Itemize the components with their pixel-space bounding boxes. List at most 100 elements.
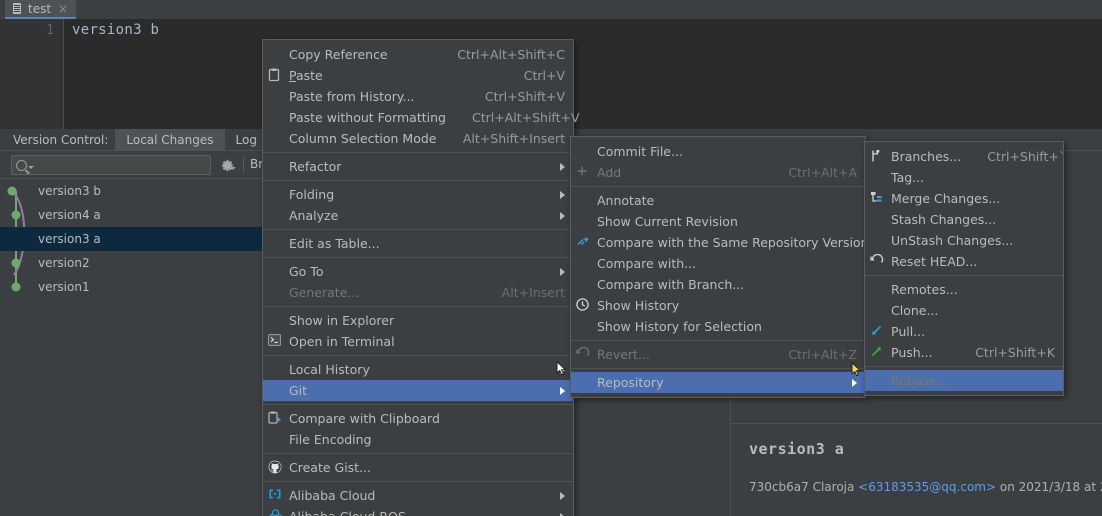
tab-local-changes[interactable]: Local Changes [115, 128, 225, 151]
commit-label: version4 a [38, 208, 101, 222]
commit-label: version3 b [38, 184, 102, 198]
menu-separator [263, 257, 573, 258]
chevron-right-icon [560, 386, 565, 395]
menu-item-repository[interactable]: Repository [571, 372, 865, 393]
shortcut: Alt+Shift+Insert [462, 131, 565, 146]
repository-submenu[interactable]: Branches... Ctrl+Shift+` Tag... Merge Ch… [864, 141, 1065, 396]
blank-icon [263, 236, 289, 252]
menu-item-tag[interactable]: Tag... [865, 167, 1063, 188]
editor-context-menu[interactable]: Copy Reference Ctrl+Alt+Shift+C Paste Ct… [262, 39, 580, 516]
blank-icon [263, 313, 289, 329]
menu-item-remotes[interactable]: Remotes... [865, 279, 1063, 300]
menu-item-paste-without-formatting[interactable]: Paste without Formatting Ctrl+Alt+Shift+… [263, 107, 580, 128]
menu-item-rebase[interactable]: Rebase... [865, 370, 1063, 391]
blank-icon [263, 187, 289, 203]
plus-icon [571, 165, 597, 181]
menu-item-paste[interactable]: Paste Ctrl+V [263, 65, 573, 86]
blank-icon [865, 212, 891, 228]
search-icon [16, 159, 27, 171]
commit-author: Claroja [812, 480, 855, 494]
menu-item-show-history-for-selection[interactable]: Show History for Selection [571, 316, 865, 337]
shortcut: Ctrl+V [523, 68, 565, 83]
shortcut: Ctrl+Alt+Z [788, 347, 857, 362]
blank-icon [571, 193, 597, 209]
menu-separator [263, 152, 573, 153]
menu-item-pull[interactable]: Pull... [865, 321, 1063, 342]
menu-item-compare-with-branch[interactable]: Compare with Branch... [571, 274, 865, 295]
menu-item-open-in-terminal[interactable]: Open in Terminal [263, 331, 573, 352]
menu-separator [263, 453, 573, 454]
clock-icon [571, 297, 597, 314]
menu-item-edit-as-table[interactable]: Edit as Table... [263, 233, 573, 254]
menu-item-git[interactable]: Git [263, 380, 573, 401]
menu-item-alibaba-cloud-ros[interactable]: Alibaba Cloud ROS [263, 506, 573, 516]
menu-separator [263, 404, 573, 405]
revert-icon [571, 346, 597, 363]
shortcut: Ctrl+Shift+V [484, 89, 565, 104]
menu-item-folding[interactable]: Folding [263, 184, 573, 205]
commit-hash: 730cb6a7 [749, 480, 809, 494]
commit-email[interactable]: <63183535@qq.com> [858, 480, 996, 494]
blank-icon [263, 159, 289, 175]
editor-tab-label: test [28, 1, 52, 16]
gear-icon[interactable] [220, 158, 236, 173]
menu-item-paste-from-history[interactable]: Paste from History... Ctrl+Shift+V [263, 86, 573, 107]
menu-item-alibaba-cloud[interactable]: Alibaba Cloud [263, 485, 573, 506]
blank-icon [865, 282, 891, 298]
blank-icon [571, 277, 597, 293]
github-icon [263, 460, 289, 476]
merge-icon [865, 191, 891, 207]
file-icon [12, 2, 23, 15]
menu-separator [263, 306, 573, 307]
menu-item-push[interactable]: Push... Ctrl+Shift+K [865, 342, 1063, 363]
menu-item-branches[interactable]: Branches... Ctrl+Shift+` [865, 146, 1065, 167]
editor-tab-test[interactable]: test × [5, 0, 77, 19]
menu-item-analyze[interactable]: Analyze [263, 205, 573, 226]
menu-item-show-current-revision[interactable]: Show Current Revision [571, 211, 865, 232]
menu-separator [571, 186, 865, 187]
blank-icon [263, 383, 289, 399]
chevron-down-icon[interactable] [28, 166, 34, 169]
toolbar-divider [243, 157, 244, 173]
blank-icon [865, 303, 891, 319]
menu-item-refactor[interactable]: Refactor [263, 156, 573, 177]
push-icon [865, 345, 891, 361]
compare-repo-icon [571, 235, 597, 251]
commit-label: version2 [38, 256, 90, 270]
menu-item-create-gist[interactable]: Create Gist... [263, 457, 573, 478]
menu-item-generate: Generate... Alt+Insert [263, 282, 573, 303]
shortcut: Ctrl+Shift+K [975, 345, 1055, 360]
menu-item-commit-file[interactable]: Commit File... [571, 141, 865, 162]
menu-separator [865, 366, 1063, 367]
menu-item-show-in-explorer[interactable]: Show in Explorer [263, 310, 573, 331]
blank-icon [263, 432, 289, 448]
menu-item-compare-with-clipboard[interactable]: Compare with Clipboard [263, 408, 573, 429]
menu-item-compare-same-repository-version[interactable]: Compare with the Same Repository Version [571, 232, 869, 253]
blank-icon [571, 144, 597, 160]
blank-icon [571, 214, 597, 230]
menu-item-stash-changes[interactable]: Stash Changes... [865, 209, 1063, 230]
menu-item-merge-changes[interactable]: Merge Changes... [865, 188, 1063, 209]
menu-item-go-to[interactable]: Go To [263, 261, 573, 282]
alibaba-cloud-icon [263, 488, 289, 504]
close-icon[interactable]: × [58, 3, 68, 15]
menu-item-clone[interactable]: Clone... [865, 300, 1063, 321]
menu-item-unstash-changes[interactable]: UnStash Changes... [865, 230, 1063, 251]
blank-icon [263, 264, 289, 280]
blank-icon [263, 47, 289, 63]
menu-separator [263, 481, 573, 482]
search-input[interactable] [11, 155, 211, 175]
menu-item-local-history[interactable]: Local History [263, 359, 573, 380]
menu-item-annotate[interactable]: Annotate [571, 190, 865, 211]
reset-icon [865, 253, 891, 270]
git-submenu[interactable]: Commit File... Add Ctrl+Alt+A Annotate S… [570, 136, 869, 398]
chevron-right-icon [560, 267, 565, 276]
menu-item-compare-with[interactable]: Compare with... [571, 253, 865, 274]
menu-item-reset-head[interactable]: Reset HEAD... [865, 251, 1063, 272]
shortcut: Ctrl+Alt+Shift+V [471, 110, 580, 125]
menu-item-copy-reference[interactable]: Copy Reference Ctrl+Alt+Shift+C [263, 44, 573, 65]
menu-item-column-selection-mode[interactable]: Column Selection Mode Alt+Shift+Insert [263, 128, 573, 149]
menu-item-file-encoding[interactable]: File Encoding [263, 429, 573, 450]
commit-metadata: 730cb6a7 Claroja <63183535@qq.com> on 20… [749, 480, 1102, 494]
menu-item-show-history[interactable]: Show History [571, 295, 865, 316]
